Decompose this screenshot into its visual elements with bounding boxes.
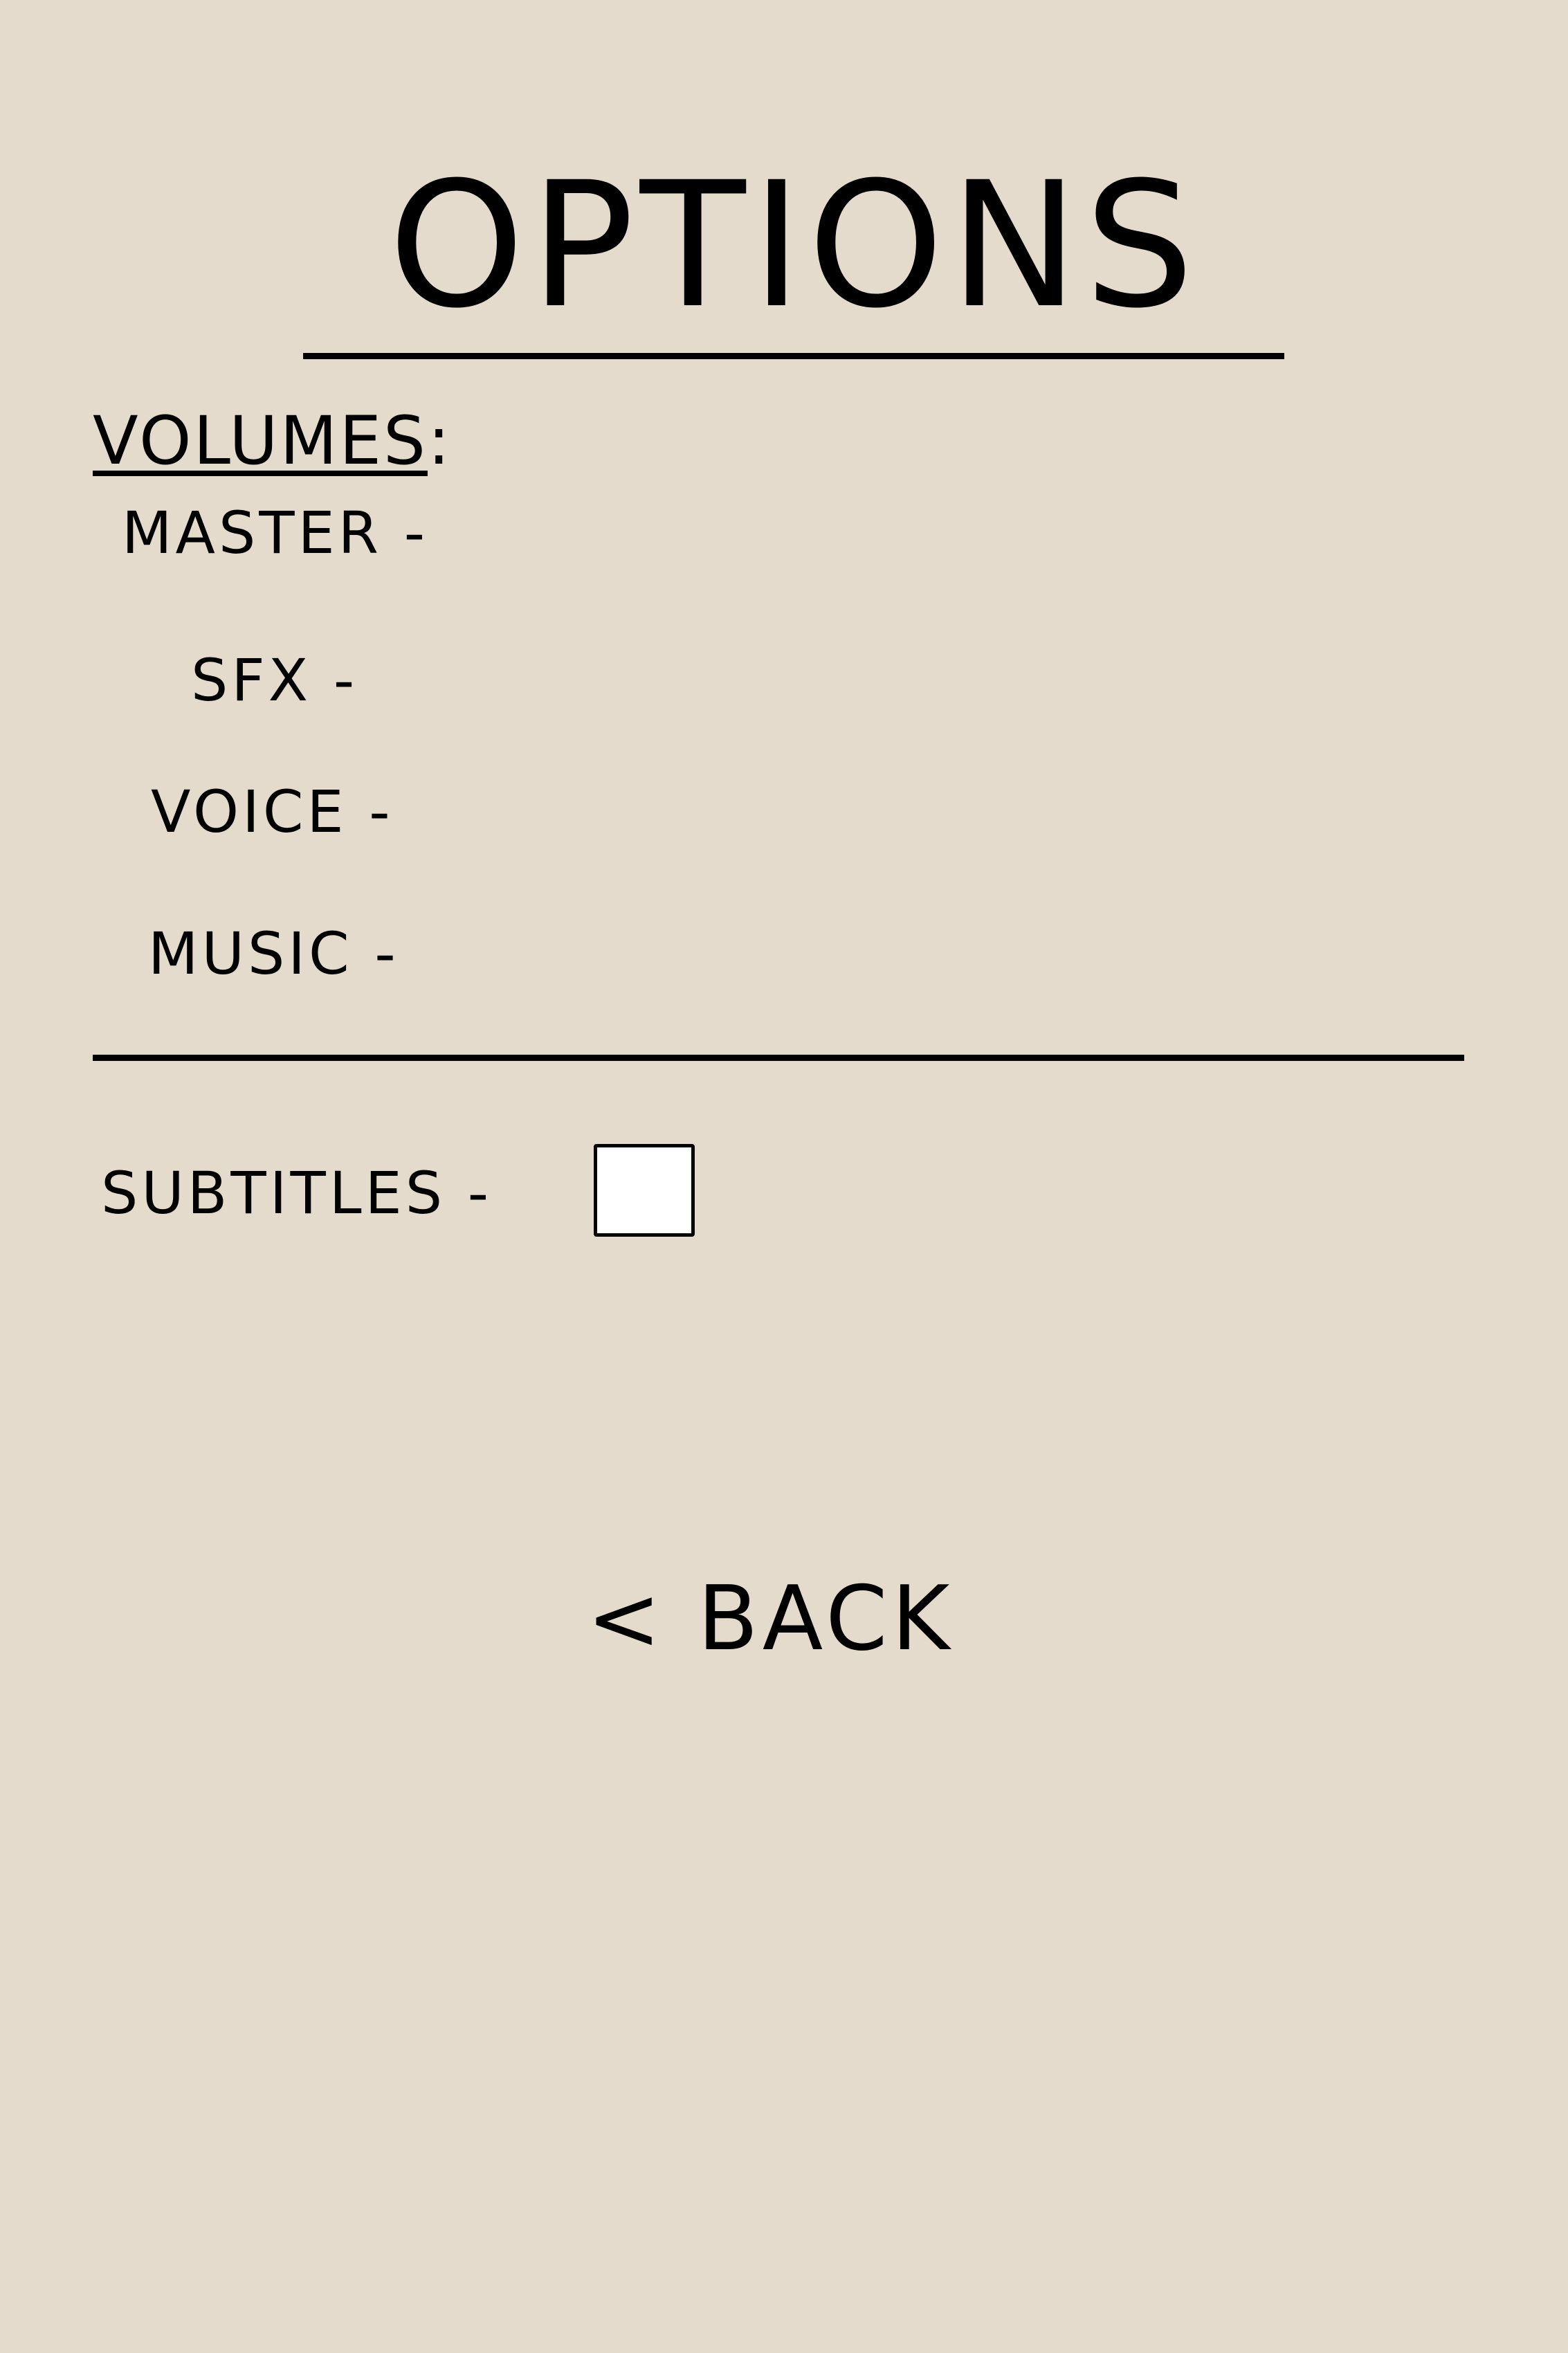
volumes-heading: VOLUMES: (93, 403, 452, 479)
sfx-volume-label: SFX - (191, 646, 358, 714)
section-divider (93, 1055, 1464, 1061)
page-title: OPTIONS (388, 145, 1200, 346)
title-underline (303, 353, 1284, 359)
subtitles-label: SUBTITLES - (101, 1159, 493, 1227)
voice-volume-label: VOICE - (151, 778, 394, 846)
master-volume-label: MASTER - (122, 499, 429, 567)
back-button[interactable]: < BACK (587, 1568, 954, 1671)
volumes-heading-colon: : (427, 402, 453, 480)
music-volume-label: MUSIC - (148, 920, 399, 988)
subtitles-checkbox[interactable] (594, 1144, 695, 1237)
volumes-heading-text: VOLUMES (93, 402, 428, 480)
